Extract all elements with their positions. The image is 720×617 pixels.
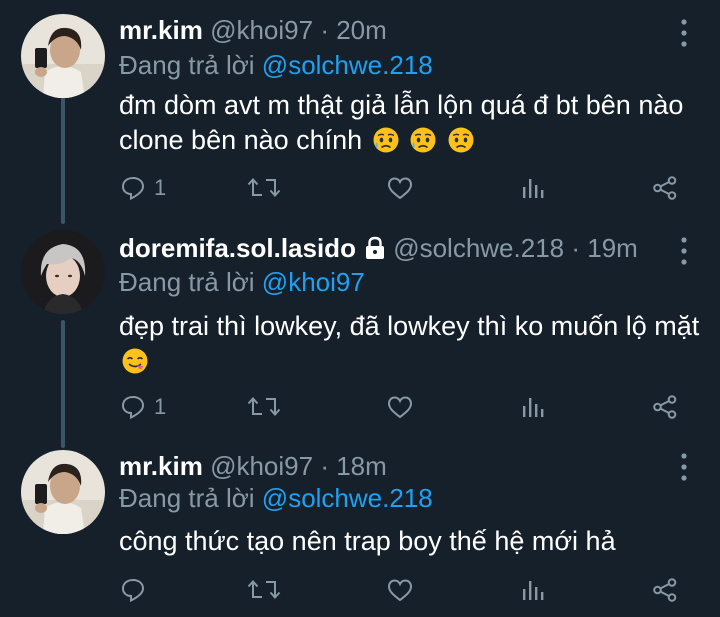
analytics-icon — [523, 398, 544, 417]
more-vertical-icon[interactable] — [674, 234, 694, 268]
tweet[interactable]: mr.kim @khoi97 · 18m Đang trả lời @solch… — [0, 438, 720, 617]
tweet-text-content: đẹp trai thì lowkey, đã lowkey thì ko mu… — [119, 311, 700, 341]
analytics-button[interactable] — [521, 389, 545, 425]
share-button[interactable] — [652, 170, 678, 206]
share-button[interactable] — [652, 572, 678, 608]
user-handle[interactable]: @solchwe.218 — [393, 233, 564, 263]
analytics-icon — [523, 179, 544, 198]
retweet-button[interactable] — [246, 170, 282, 206]
replying-to: Đang trả lời @khoi97 — [119, 266, 365, 298]
reply-button[interactable]: 1 — [120, 170, 166, 206]
share-icon — [653, 176, 677, 200]
replying-to-mention[interactable]: @solchwe.218 — [262, 50, 433, 80]
user-handle[interactable]: @khoi97 — [210, 15, 313, 45]
reply-count: 1 — [154, 175, 167, 200]
share-icon — [653, 395, 677, 419]
like-button[interactable] — [386, 572, 414, 608]
replying-to: Đang trả lời @solchwe.218 — [119, 49, 433, 81]
tweet[interactable]: doremifa.sol.lasido @solchwe.218 · 19m Đ… — [0, 218, 720, 438]
tweet-text: đẹp trai thì lowkey, đã lowkey thì ko mu… — [119, 309, 704, 379]
sad-emoji — [448, 127, 474, 153]
heart-icon — [387, 579, 413, 602]
replying-to: Đang trả lời @solchwe.218 — [119, 482, 433, 514]
retweet-button[interactable] — [246, 389, 282, 425]
heart-icon — [387, 177, 413, 200]
tweet[interactable]: mr.kim @khoi97 · 20m Đang trả lời @solch… — [0, 0, 720, 218]
replying-to-label: Đang trả lời — [119, 267, 255, 297]
share-button[interactable] — [652, 389, 678, 425]
heart-icon — [387, 396, 413, 419]
yum-emoji — [122, 348, 148, 374]
share-icon — [653, 578, 677, 602]
reply-count: 1 — [154, 394, 167, 419]
analytics-icon — [523, 581, 544, 600]
user-handle[interactable]: @khoi97 — [210, 451, 313, 481]
sad-sweat-emoji — [410, 127, 436, 153]
retweet-icon — [247, 178, 281, 197]
timestamp[interactable]: 20m — [336, 15, 387, 45]
reply-button[interactable] — [120, 572, 154, 608]
replying-to-label: Đang trả lời — [119, 483, 255, 513]
display-name[interactable]: mr.kim — [119, 15, 203, 45]
tweet-header: mr.kim @khoi97 · 18m — [119, 450, 387, 482]
tweet-header: mr.kim @khoi97 · 20m — [119, 14, 387, 46]
retweet-button[interactable] — [246, 572, 282, 608]
reply-thread: mr.kim @khoi97 · 20m Đang trả lời @solch… — [0, 0, 720, 617]
tweet-header: doremifa.sol.lasido @solchwe.218 · 19m — [119, 232, 638, 264]
more-vertical-icon[interactable] — [674, 16, 694, 50]
time-separator: · — [320, 451, 329, 481]
retweet-icon — [247, 397, 281, 416]
reply-button[interactable]: 1 — [120, 389, 166, 425]
display-name[interactable]: mr.kim — [119, 451, 203, 481]
like-button[interactable] — [386, 170, 414, 206]
reply-icon — [121, 176, 145, 201]
analytics-button[interactable] — [521, 572, 545, 608]
tweet-text-content: đm dòm avt m thật giả lẫn lộn quá đ bt b… — [119, 90, 684, 155]
replying-to-mention[interactable]: @solchwe.218 — [262, 483, 433, 513]
reply-icon — [121, 578, 145, 603]
lock-icon — [365, 236, 384, 259]
reply-icon — [121, 395, 145, 420]
tweet-text: công thức tạo nên trap boy thế hệ mới hả — [119, 524, 704, 559]
analytics-button[interactable] — [521, 170, 545, 206]
avatar[interactable] — [21, 450, 105, 534]
timestamp[interactable]: 18m — [336, 451, 387, 481]
tweet-text: đm dòm avt m thật giả lẫn lộn quá đ bt b… — [119, 88, 704, 158]
time-separator: · — [571, 233, 581, 263]
retweet-icon — [247, 580, 281, 599]
like-button[interactable] — [386, 389, 414, 425]
tweet-text-content: công thức tạo nên trap boy thế hệ mới hả — [119, 526, 616, 556]
more-vertical-icon[interactable] — [674, 450, 694, 484]
sad-sweat-emoji — [373, 127, 399, 153]
display-name[interactable]: doremifa.sol.lasido — [119, 233, 356, 263]
replying-to-label: Đang trả lời — [119, 50, 255, 80]
replying-to-mention[interactable]: @khoi97 — [262, 267, 365, 297]
avatar[interactable] — [21, 14, 105, 98]
time-separator: · — [320, 15, 329, 45]
timestamp[interactable]: 19m — [587, 233, 638, 263]
avatar[interactable] — [21, 230, 105, 314]
